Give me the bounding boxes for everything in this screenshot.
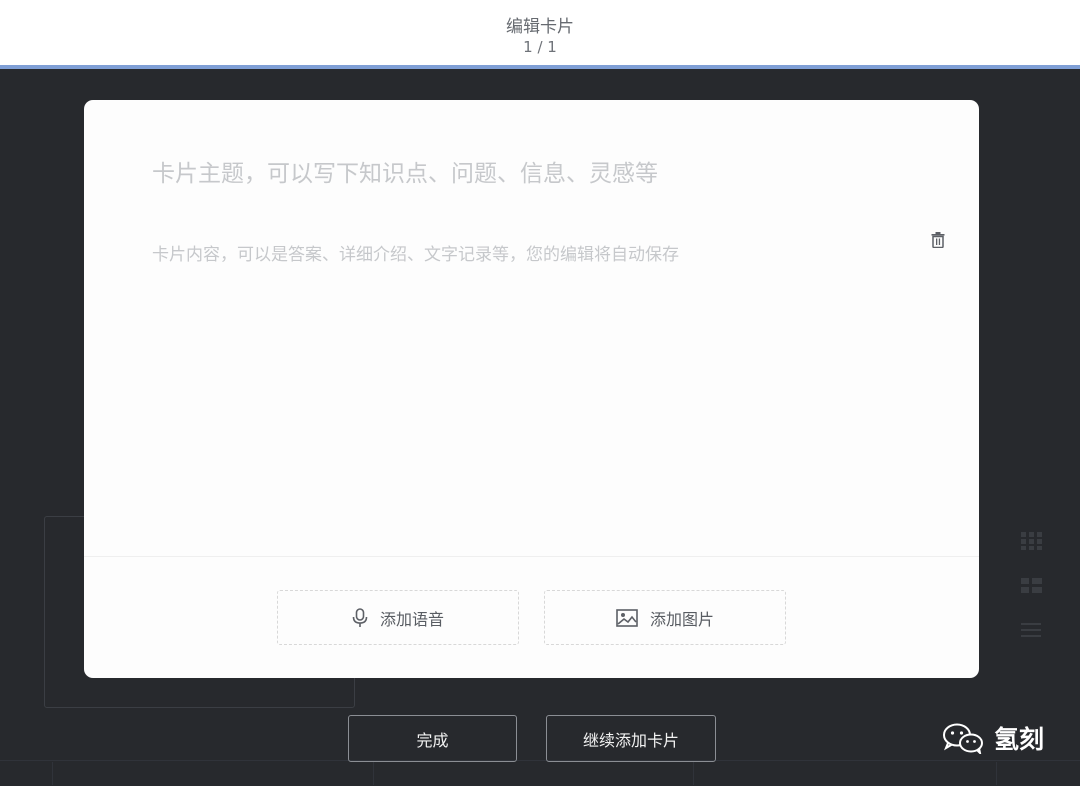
microphone-icon [352,607,368,627]
add-voice-label: 添加语音 [379,609,444,629]
trash-icon [931,232,945,248]
card-view-icon[interactable] [1021,578,1043,596]
delete-button[interactable] [930,231,946,249]
background-grid-line [373,762,374,785]
page-title: 编辑卡片 [506,17,574,37]
watermark-text: 氢刻 [994,725,1045,754]
continue-adding-button[interactable]: 继续添加卡片 [546,715,716,762]
image-icon [616,608,638,627]
done-button-label: 完成 [416,730,449,750]
add-image-button[interactable]: 添加图片 [544,590,786,645]
done-button[interactable]: 完成 [348,715,517,762]
background-grid [0,760,1080,786]
add-image-label: 添加图片 [649,609,714,629]
modal-divider [84,556,979,557]
watermark: 氢刻 [942,718,1044,758]
card-content-input[interactable] [150,238,894,522]
continue-adding-label: 继续添加卡片 [582,730,679,750]
top-bar: 编辑卡片 1 / 1 [0,0,1080,65]
background-grid-line [693,762,694,785]
list-view-icon[interactable] [1021,623,1043,641]
card-editor-modal: 添加语音 添加图片 [84,100,979,678]
add-voice-button[interactable]: 添加语音 [277,590,519,645]
page-counter: 1 / 1 [523,38,557,56]
background-grid-line [996,762,997,785]
grid-view-icon[interactable] [1021,532,1043,550]
wechat-icon [943,723,983,754]
background-grid-line [52,762,53,785]
accent-divider [0,65,1080,69]
card-title-input[interactable] [150,156,894,192]
